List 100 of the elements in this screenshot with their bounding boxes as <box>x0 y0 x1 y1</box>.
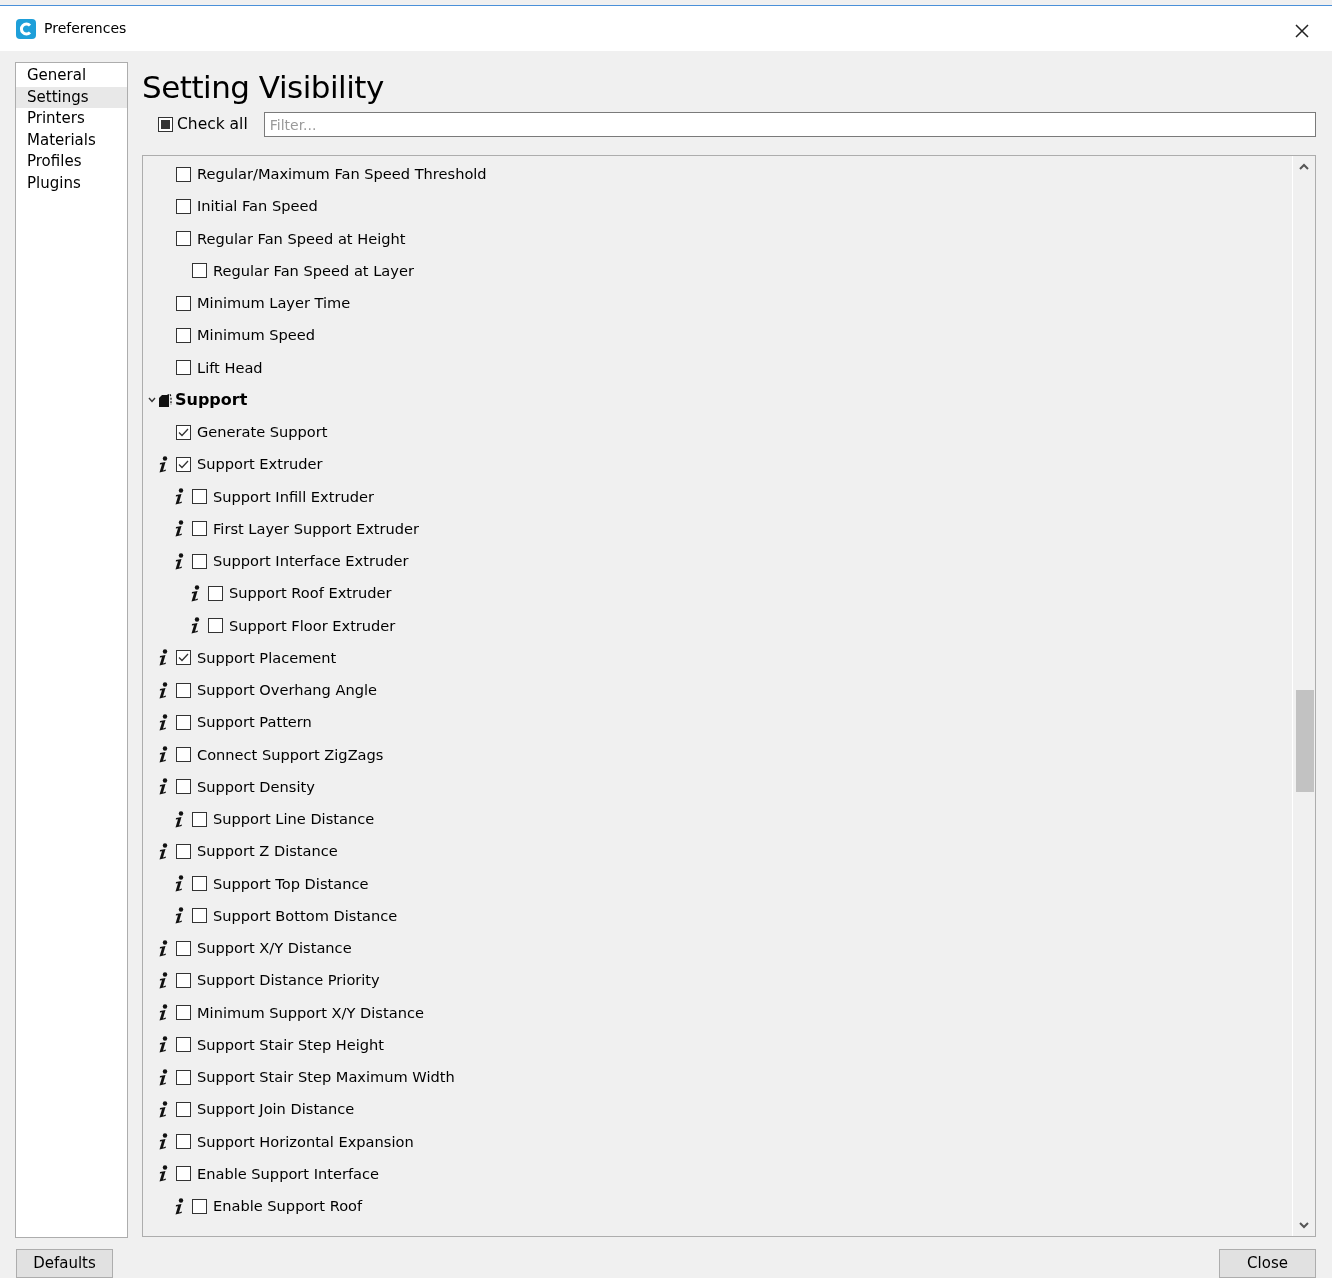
setting-label[interactable]: Support Stair Step Maximum Width <box>197 1066 455 1089</box>
setting-label[interactable]: Support Extruder <box>197 453 323 476</box>
setting-label[interactable]: Minimum Layer Time <box>197 292 351 315</box>
checkbox[interactable] <box>192 263 207 279</box>
info-icon[interactable] <box>174 520 184 538</box>
checkbox[interactable] <box>176 424 191 440</box>
info-icon[interactable] <box>158 1133 168 1151</box>
checkbox[interactable] <box>176 843 191 859</box>
sidebar-item[interactable]: Profiles <box>16 151 127 173</box>
chevron-icon[interactable] <box>148 395 156 404</box>
setting-label[interactable]: Enable Support Roof <box>213 1195 363 1218</box>
info-icon[interactable] <box>158 778 168 796</box>
sidebar-item[interactable]: Plugins <box>16 172 127 194</box>
checkbox[interactable] <box>192 553 207 569</box>
setting-label[interactable]: Support Density <box>197 775 315 798</box>
checkbox[interactable] <box>192 811 207 827</box>
setting-label[interactable]: Support Line Distance <box>213 808 375 831</box>
setting-label[interactable]: Support Pattern <box>197 711 312 734</box>
scrollbar[interactable] <box>1292 156 1314 1236</box>
setting-label[interactable]: Minimum Support X/Y Distance <box>197 1001 424 1024</box>
checkbox[interactable] <box>176 1101 191 1117</box>
info-icon[interactable] <box>158 939 168 957</box>
info-icon[interactable] <box>158 1100 168 1118</box>
checkbox[interactable] <box>176 1037 191 1053</box>
checkbox[interactable] <box>176 166 191 182</box>
info-icon[interactable] <box>190 617 200 635</box>
checkbox[interactable] <box>176 779 191 795</box>
checkbox[interactable] <box>176 1134 191 1150</box>
setting-label[interactable]: Support Top Distance <box>213 872 369 895</box>
setting-label[interactable]: Support Overhang Angle <box>197 679 378 702</box>
info-icon[interactable] <box>174 552 184 570</box>
setting-label[interactable]: Regular Fan Speed at Layer <box>213 259 414 282</box>
scroll-down-icon[interactable] <box>1297 1220 1311 1230</box>
info-icon[interactable] <box>158 681 168 699</box>
scroll-thumb[interactable] <box>1296 690 1314 792</box>
setting-label[interactable]: Support Z Distance <box>197 840 338 863</box>
checkbox[interactable] <box>176 747 191 763</box>
checkbox[interactable] <box>176 327 191 343</box>
info-icon[interactable] <box>190 584 200 602</box>
checkbox[interactable] <box>192 1198 207 1214</box>
checkbox[interactable] <box>176 1069 191 1085</box>
checkbox-label[interactable]: Check all <box>177 112 248 137</box>
info-icon[interactable] <box>158 746 168 764</box>
checkbox[interactable] <box>176 231 191 247</box>
checkbox[interactable] <box>192 489 207 505</box>
checkbox[interactable] <box>176 682 191 698</box>
sidebar-item[interactable]: Printers <box>16 108 127 130</box>
setting-label[interactable]: Minimum Speed <box>197 324 316 347</box>
setting-label[interactable]: Lift Head <box>197 356 263 379</box>
setting-label[interactable]: Regular Fan Speed at Height <box>197 227 406 250</box>
info-icon[interactable] <box>174 1197 184 1215</box>
category-label[interactable]: Support <box>175 387 248 412</box>
checkbox[interactable] <box>176 940 191 956</box>
checkbox[interactable] <box>192 876 207 892</box>
info-icon[interactable] <box>174 907 184 925</box>
info-icon[interactable] <box>158 842 168 860</box>
setting-label[interactable]: Support Infill Extruder <box>213 485 374 508</box>
setting-label[interactable]: Support Interface Extruder <box>213 550 409 573</box>
setting-label[interactable]: Support Floor Extruder <box>229 614 396 637</box>
setting-label[interactable]: Support Placement <box>197 646 337 669</box>
setting-label[interactable]: Support Stair Step Height <box>197 1033 385 1056</box>
checkbox[interactable] <box>192 521 207 537</box>
checkbox[interactable] <box>176 1005 191 1021</box>
setting-label[interactable]: Support Horizontal Expansion <box>197 1130 414 1153</box>
checkbox[interactable] <box>176 714 191 730</box>
setting-label[interactable]: Connect Support ZigZags <box>197 743 384 766</box>
setting-label[interactable]: First Layer Support Extruder <box>213 517 420 540</box>
info-icon[interactable] <box>158 1068 168 1086</box>
setting-label[interactable]: Support Roof Extruder <box>229 582 392 605</box>
setting-label[interactable]: Support X/Y Distance <box>197 937 352 960</box>
checkbox[interactable] <box>176 360 191 376</box>
checkbox[interactable] <box>176 198 191 214</box>
checkbox[interactable] <box>158 117 173 132</box>
defaults-button[interactable]: Defaults <box>16 1249 113 1278</box>
info-icon[interactable] <box>158 455 168 473</box>
setting-label[interactable]: Enable Support Interface <box>197 1162 380 1185</box>
scroll-up-icon[interactable] <box>1297 162 1311 172</box>
setting-label[interactable]: Regular/Maximum Fan Speed Threshold <box>197 163 487 186</box>
checkbox[interactable] <box>176 1166 191 1182</box>
checkbox[interactable] <box>176 972 191 988</box>
checkbox[interactable] <box>176 650 191 666</box>
sidebar-item[interactable]: Settings <box>16 86 127 108</box>
setting-label[interactable]: Initial Fan Speed <box>197 195 318 218</box>
checkbox[interactable] <box>176 456 191 472</box>
info-icon[interactable] <box>174 488 184 506</box>
checkbox[interactable] <box>208 585 223 601</box>
info-icon[interactable] <box>174 875 184 893</box>
checkbox[interactable] <box>192 908 207 924</box>
info-icon[interactable] <box>158 1165 168 1183</box>
info-icon[interactable] <box>174 810 184 828</box>
checkbox[interactable] <box>208 618 223 634</box>
sidebar-item[interactable]: Materials <box>16 129 127 151</box>
info-icon[interactable] <box>158 1036 168 1054</box>
close-button[interactable]: Close <box>1219 1249 1316 1278</box>
sidebar-item[interactable]: General <box>16 65 127 87</box>
setting-label[interactable]: Support Distance Priority <box>197 969 380 992</box>
checkbox[interactable] <box>176 295 191 311</box>
filter-field[interactable]: Filter... <box>263 112 1316 137</box>
info-icon[interactable] <box>158 1004 168 1022</box>
info-icon[interactable] <box>158 971 168 989</box>
